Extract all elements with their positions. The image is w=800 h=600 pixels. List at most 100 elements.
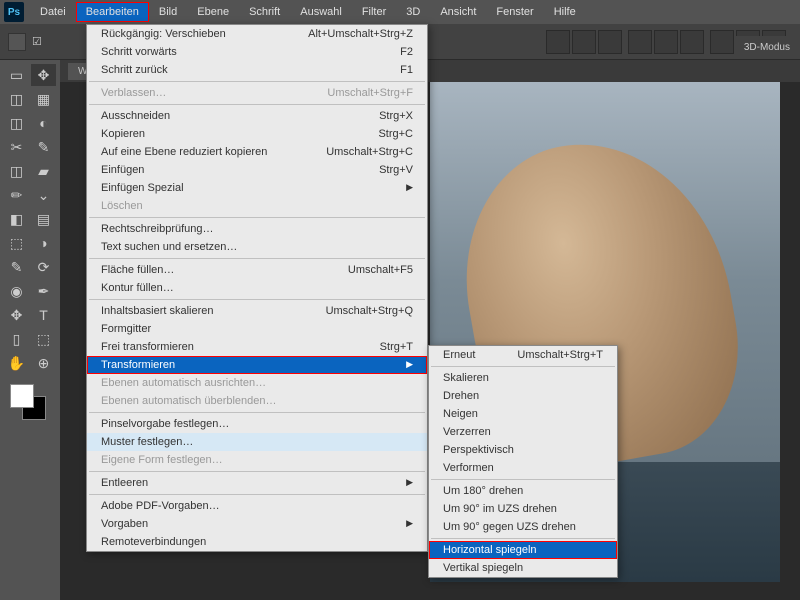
menu-item[interactable]: Kontur füllen… xyxy=(87,279,427,297)
tool-button[interactable]: ◧ xyxy=(4,208,29,230)
menu-item[interactable]: Muster festlegen… xyxy=(87,433,427,451)
menu-item-label: Löschen xyxy=(101,200,143,212)
menu-item-label: Transformieren xyxy=(101,359,175,371)
menubar-item-hilfe[interactable]: Hilfe xyxy=(544,2,586,22)
menu-item[interactable]: Um 180° drehen xyxy=(429,482,617,500)
fg-color-icon[interactable] xyxy=(10,384,34,408)
menu-item-shortcut: Umschalt+Strg+C xyxy=(326,146,413,158)
distribute-icon[interactable] xyxy=(680,30,704,54)
menu-item[interactable]: Auf eine Ebene reduziert kopierenUmschal… xyxy=(87,143,427,161)
menu-item-label: Ebenen automatisch überblenden… xyxy=(101,395,277,407)
tool-button[interactable]: ▤ xyxy=(31,208,56,230)
menu-item[interactable]: Einfügen Spezial▶ xyxy=(87,179,427,197)
tool-button[interactable]: ▰ xyxy=(31,160,56,182)
tool-button[interactable]: ▯ xyxy=(4,328,29,350)
menu-item[interactable]: ErneutUmschalt+Strg+T xyxy=(429,346,617,364)
menubar-item-filter[interactable]: Filter xyxy=(352,2,396,22)
tool-button[interactable]: ◫ xyxy=(4,88,29,110)
menu-item-shortcut: Umschalt+F5 xyxy=(348,264,413,276)
tool-button[interactable]: ✒ xyxy=(31,280,56,302)
tool-button[interactable]: ✥ xyxy=(31,64,56,86)
align-icon[interactable] xyxy=(598,30,622,54)
menubar-item-datei[interactable]: Datei xyxy=(30,2,76,22)
align-icon[interactable] xyxy=(546,30,570,54)
menu-item-shortcut: Strg+T xyxy=(380,341,413,353)
menu-item[interactable]: Verformen xyxy=(429,459,617,477)
tool-button[interactable]: ⟳ xyxy=(31,256,56,278)
tool-button[interactable]: ⊕ xyxy=(31,352,56,374)
tool-button[interactable]: ◫ xyxy=(4,160,29,182)
tool-button[interactable]: ▦ xyxy=(31,88,56,110)
menubar-item-fenster[interactable]: Fenster xyxy=(486,2,543,22)
menu-item[interactable]: Um 90° im UZS drehen xyxy=(429,500,617,518)
menubar-item-auswahl[interactable]: Auswahl xyxy=(290,2,352,22)
menu-item[interactable]: Frei transformierenStrg+T xyxy=(87,338,427,356)
menubar-item-ansicht[interactable]: Ansicht xyxy=(430,2,486,22)
menu-item-label: Um 90° im UZS drehen xyxy=(443,503,557,515)
align-icon[interactable] xyxy=(572,30,596,54)
menu-item[interactable]: KopierenStrg+C xyxy=(87,125,427,143)
tool-button[interactable]: ✎ xyxy=(31,136,56,158)
menu-item[interactable]: Entleeren▶ xyxy=(87,474,427,492)
submenu-arrow-icon: ▶ xyxy=(406,359,413,371)
tool-button[interactable]: ⌄ xyxy=(31,184,56,206)
menubar-item-bild[interactable]: Bild xyxy=(149,2,187,22)
distribute-icon[interactable] xyxy=(628,30,652,54)
color-swatch[interactable] xyxy=(10,384,50,424)
menu-item[interactable]: Perspektivisch xyxy=(429,441,617,459)
distribute-icon[interactable] xyxy=(654,30,678,54)
distribute-group xyxy=(628,30,704,54)
menu-item: Ebenen automatisch überblenden… xyxy=(87,392,427,410)
tool-button[interactable]: ✥ xyxy=(4,304,29,326)
menu-item-label: Schritt vorwärts xyxy=(101,46,177,58)
tool-button[interactable]: ✋ xyxy=(4,352,29,374)
menu-item-label: Drehen xyxy=(443,390,479,402)
menubar-item-schrift[interactable]: Schrift xyxy=(239,2,290,22)
menu-item[interactable]: Remoteverbindungen xyxy=(87,533,427,551)
menu-item[interactable]: Vertikal spiegeln xyxy=(429,559,617,577)
menu-item[interactable]: Rechtschreibprüfung… xyxy=(87,220,427,238)
menu-item-shortcut: Umschalt+Strg+F xyxy=(327,87,413,99)
menu-item[interactable]: Drehen xyxy=(429,387,617,405)
menu-item[interactable]: Rückgängig: VerschiebenAlt+Umschalt+Strg… xyxy=(87,25,427,43)
menu-item[interactable]: Verzerren xyxy=(429,423,617,441)
menubar-item-bearbeiten[interactable]: Bearbeiten xyxy=(76,2,149,22)
submenu-arrow-icon: ▶ xyxy=(406,477,413,489)
menu-item[interactable]: Formgitter xyxy=(87,320,427,338)
menu-item[interactable]: Horizontal spiegeln xyxy=(429,541,617,559)
tool-button[interactable]: ⬚ xyxy=(31,328,56,350)
menu-item[interactable]: AusschneidenStrg+X xyxy=(87,107,427,125)
tool-button[interactable]: ▭ xyxy=(4,64,29,86)
tool-button[interactable]: T xyxy=(31,304,56,326)
menu-item[interactable]: Skalieren xyxy=(429,369,617,387)
menu-item[interactable]: Neigen xyxy=(429,405,617,423)
tool-button[interactable]: ◉ xyxy=(4,280,29,302)
distribute-icon[interactable] xyxy=(710,30,734,54)
ps-logo-icon: Ps xyxy=(4,2,24,22)
menu-item[interactable]: Transformieren ▶ xyxy=(87,356,427,374)
menu-item-shortcut: Strg+V xyxy=(379,164,413,176)
menu-item[interactable]: Adobe PDF-Vorgaben… xyxy=(87,497,427,515)
menu-item-shortcut: Umschalt+Strg+Q xyxy=(326,305,413,317)
tool-button[interactable]: ⬚ xyxy=(4,232,29,254)
menu-item[interactable]: Schritt vorwärtsF2 xyxy=(87,43,427,61)
move-tool-icon[interactable] xyxy=(8,33,26,51)
menubar-item-3d[interactable]: 3D xyxy=(396,2,430,22)
menu-item-shortcut: F1 xyxy=(400,64,413,76)
menu-item[interactable]: EinfügenStrg+V xyxy=(87,161,427,179)
menubar-item-ebene[interactable]: Ebene xyxy=(187,2,239,22)
menu-item[interactable]: Pinselvorgabe festlegen… xyxy=(87,415,427,433)
checkbox-icon[interactable]: ☑ xyxy=(32,35,42,48)
menu-item[interactable]: Fläche füllen…Umschalt+F5 xyxy=(87,261,427,279)
tool-button[interactable]: ✏ xyxy=(4,184,29,206)
menu-item[interactable]: Inhaltsbasiert skalierenUmschalt+Strg+Q xyxy=(87,302,427,320)
tool-button[interactable]: ✂ xyxy=(4,136,29,158)
tool-button[interactable]: ◫ xyxy=(4,112,29,134)
menu-item[interactable]: Schritt zurückF1 xyxy=(87,61,427,79)
tool-button[interactable]: ◐ xyxy=(31,112,56,134)
tool-button[interactable]: ✎ xyxy=(4,256,29,278)
tool-button[interactable]: ◑ xyxy=(31,232,56,254)
menu-item[interactable]: Vorgaben▶ xyxy=(87,515,427,533)
menu-item[interactable]: Um 90° gegen UZS drehen xyxy=(429,518,617,536)
menu-item[interactable]: Text suchen und ersetzen… xyxy=(87,238,427,256)
